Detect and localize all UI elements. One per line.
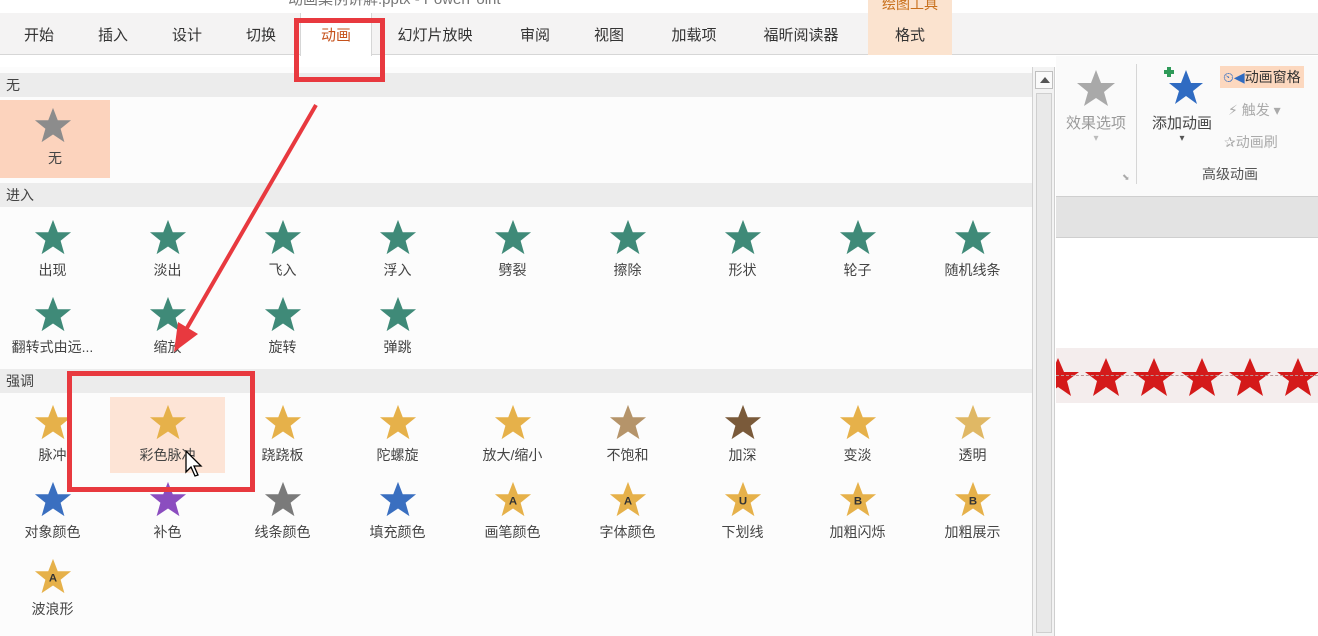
annotation-arrow: [174, 103, 318, 352]
mouse-cursor-icon: [185, 450, 203, 477]
powerpoint-window: 动画案例讲解.pptx - PowerPoint 绘图工具 开始 插入 设计 切…: [0, 0, 1318, 636]
